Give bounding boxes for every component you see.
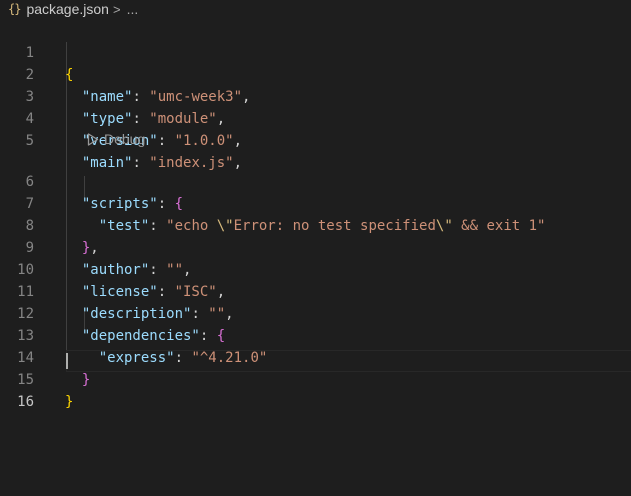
code-line: 11 "description": "", (0, 259, 631, 322)
code-editor[interactable]: 1 { 2 "name": "umc-week3", 3 "type": "mo… (0, 20, 631, 410)
breadcrumb: {} package.json > ... (0, 0, 631, 18)
code-line: 4 "version": "1.0.0", (0, 86, 631, 149)
breadcrumb-more[interactable]: ... (127, 1, 139, 17)
line-number: 16 (17, 394, 34, 410)
code-line: 3 "type": "module", (0, 64, 631, 127)
code-line: 5 "main": "index.js", (0, 108, 631, 171)
code-line: 6 "scripts": { (0, 149, 631, 212)
code-line: 16 (0, 369, 631, 410)
text-cursor (66, 353, 68, 369)
close-brace: } (65, 394, 74, 410)
code-line: 8 }, (0, 193, 631, 256)
code-line: 1 { (0, 20, 631, 83)
chevron-right-icon: > (112, 1, 121, 17)
play-icon (87, 133, 99, 146)
code-line: 7 "test": "echo \"Error: no test specifi… (0, 171, 631, 234)
debug-label: Debug (104, 131, 146, 147)
code-line: 12 "dependencies": { (0, 281, 631, 344)
code-line: 13 "express": "^4.21.0" (0, 303, 631, 366)
current-line-highlight (66, 350, 631, 372)
code-line: 2 "name": "umc-week3", (0, 42, 631, 105)
codelens: Debug (0, 130, 631, 149)
code-line: 10 "license": "ISC", (0, 237, 631, 300)
json-file-icon: {} (8, 2, 21, 16)
breadcrumb-file[interactable]: package.json (26, 1, 109, 17)
debug-codelens[interactable]: Debug (87, 130, 145, 149)
code-line: 14 } (0, 325, 631, 388)
code-line: 9 "author": "", (0, 215, 631, 278)
